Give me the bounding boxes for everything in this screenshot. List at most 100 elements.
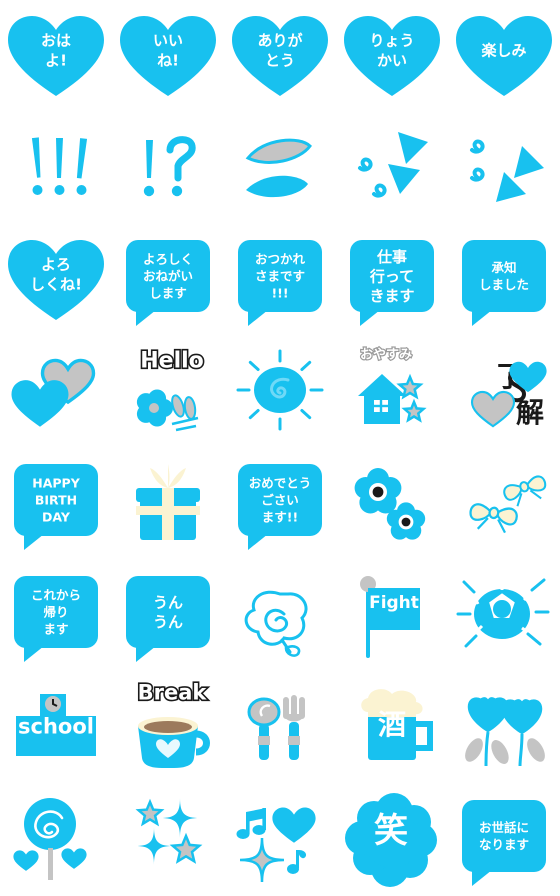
emoji-cell-arrows-up[interactable] [336,112,448,224]
emoji-cell-leaves[interactable] [224,112,336,224]
svg-text:りょう: りょう [369,31,414,49]
svg-text:仕事: 仕事 [376,248,407,266]
two-tulips-icon [465,697,545,767]
svg-text:よろ: よろ [41,255,71,273]
emoji-cell-happy-birthday[interactable]: HAPPY BIRTH DAY [0,448,112,560]
svg-text:おやすみ: おやすみ [360,348,412,363]
emoji-cell-music-heart[interactable] [224,784,336,896]
two-ribbons-icon [469,475,547,534]
svg-text:ありが: ありが [257,31,303,49]
bubble-unun: うんうん [126,576,210,662]
emoji-cell-soccer-ball[interactable] [448,560,560,672]
emoji-cell-sparkle-stars[interactable] [112,784,224,896]
svg-text:お世話に: お世話に [479,820,529,835]
beer-mug-sake-icon: 酒 [361,689,433,760]
svg-text:おつかれ: おつかれ [255,251,306,266]
heart-yoroshikune: よろしくね! [8,240,104,320]
spoon-fork-icon [247,695,305,760]
svg-text:かい: かい [377,51,407,69]
double-arrow-down-icon [470,139,544,202]
interrobang-icon [143,136,196,197]
svg-text:!!!: !!! [271,285,288,300]
emoji-cell-tulips[interactable] [448,672,560,784]
emoji-cell-lollipop[interactable] [0,784,112,896]
gift-box-icon [136,464,200,540]
svg-text:school: school [18,714,94,738]
emoji-cell-tanoshimi-heart[interactable]: 楽しみ [448,0,560,112]
emoji-cell-exclamations[interactable] [0,112,112,224]
lollipop-icon [13,798,87,880]
fight-flag-icon: Fight [360,576,420,658]
two-leaves-icon [245,138,312,198]
bubble-omedetou-gozaimasu: おめでとうごさいます!! [238,464,322,550]
svg-text:よろしく: よろしく [143,251,193,266]
emoji-cell-shouchi-bubble[interactable]: 承知 しました [448,224,560,336]
svg-text:きます: きます [369,287,414,305]
bubble-korekara-kaerimasu: これから帰ります [14,576,98,662]
svg-text:楽しみ: 楽しみ [481,41,526,59]
ryoukai-hearts-icon: 了解 [470,360,547,429]
svg-text:おめでとう: おめでとう [249,475,312,490]
emoji-cell-iine-heart[interactable]: いい ね! [112,0,224,112]
emoji-cell-unun-bubble[interactable]: うん うん [112,560,224,672]
sparkle-stars-icon [135,798,203,865]
emoji-cell-osewa-bubble[interactable]: お世話に なります [448,784,560,896]
bubble-shigoto-ittekimasu: 仕事行ってきます [350,240,434,326]
emoji-cell-hello-flower[interactable]: Hello [112,336,224,448]
emoji-cell-korekara-bubble[interactable]: これから 帰り ます [0,560,112,672]
emoji-cell-flowers[interactable] [336,448,448,560]
emoji-cell-ryoukai-hearts[interactable]: 了解 [448,336,560,448]
emoji-grid: おは よ! いい ね! ありが とう りょう かい 楽しみ よろ しくね! よろしく おねがい します おつ… [0,0,560,896]
svg-text:Fight: Fight [369,593,419,613]
emoji-cell-yoroshikune-heart[interactable]: よろしくね! [0,224,112,336]
heart-arigatou: ありがとう [232,16,328,96]
svg-text:Hello: Hello [140,349,204,374]
svg-text:うん: うん [153,594,183,612]
svg-text:ごさい: ごさい [261,492,299,507]
svg-text:よ!: よ! [45,51,67,69]
emoji-cell-arrows-down[interactable] [448,112,560,224]
heart-ryoukai: りょうかい [344,16,440,96]
emoji-cell-otsukare-bubble[interactable]: おつかれさまです!!! [224,224,336,336]
emoji-cell-ohayo-heart[interactable]: おは よ! [0,0,112,112]
emoji-cell-ribbons[interactable] [448,448,560,560]
emoji-cell-ryoukai-heart[interactable]: りょう かい [336,0,448,112]
emoji-cell-break-cup[interactable]: Break [112,672,224,784]
emoji-cell-oyasumi-house[interactable]: おやすみ [336,336,448,448]
emoji-cell-shigoto-bubble[interactable]: 仕事 行って きます [336,224,448,336]
emoji-cell-omedetou-bubble[interactable]: おめでとう ごさい ます!! [224,448,336,560]
emoji-cell-gift[interactable] [112,448,224,560]
emoji-cell-beer-sake[interactable]: 酒 [336,672,448,784]
svg-text:笑: 笑 [374,811,408,851]
emoji-cell-school[interactable]: school [0,672,112,784]
svg-text:いい: いい [153,31,183,49]
svg-text:DAY: DAY [42,509,71,524]
svg-text:しくね!: しくね! [30,275,82,293]
emoji-cell-cutlery[interactable] [224,672,336,784]
oyasumi-house-icon: おやすみ [358,346,427,424]
svg-text:酒: 酒 [378,708,406,741]
bubble-yoroshiku-onegaishimasu: よろしくおねがいします [126,240,210,326]
emoji-cell-arigatou-heart[interactable]: ありが とう [224,0,336,112]
svg-text:おねがい: おねがい [143,268,193,283]
emoji-cell-fight-flag[interactable]: Fight [336,560,448,672]
soccer-ball-icon [456,578,550,648]
double-arrow-up-icon [358,132,428,198]
emoji-cell-two-hearts[interactable] [0,336,112,448]
emoji-cell-sun[interactable] [224,336,336,448]
svg-text:なります: なります [479,837,529,852]
emoji-cell-yoroshiku-bubble[interactable]: よろしくおねがいします [112,224,224,336]
bubble-otsukaresama: おつかれさまです!!! [238,240,322,326]
music-note-heart-icon [236,807,316,883]
svg-text:Break: Break [138,680,208,704]
emoji-cell-interrobang[interactable] [112,112,224,224]
svg-text:します: します [149,285,187,300]
cloud-warau: 笑 [345,793,437,887]
emoji-cell-warau-cloud[interactable]: 笑 [336,784,448,896]
svg-text:ます: ます [43,621,68,636]
triple-exclamation-icon [31,137,88,195]
bubble-shouchi-shimashita: 承知しました [462,240,546,326]
svg-text:行って: 行って [369,267,414,285]
emoji-cell-rose[interactable] [224,560,336,672]
svg-text:さまです: さまです [255,268,305,283]
